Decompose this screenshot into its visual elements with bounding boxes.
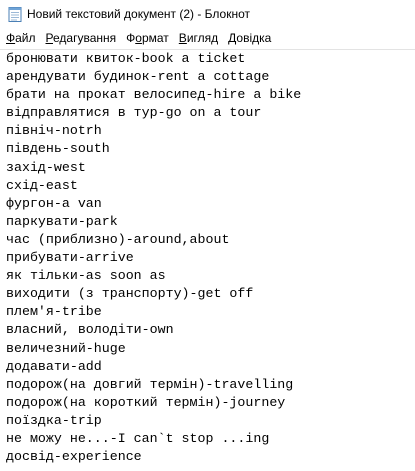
- menu-view-accel: В: [178, 30, 187, 45]
- menu-format[interactable]: Формат: [121, 29, 174, 47]
- text-line: арендувати будинок-rent a cottage: [6, 69, 270, 85]
- text-editor-area[interactable]: бронювати квиток-book a ticket арендуват…: [0, 49, 415, 471]
- text-line: прибувати-arrive: [6, 250, 134, 266]
- text-line: величезний-huge: [6, 340, 126, 356]
- menu-format-rest: рмат: [141, 30, 169, 45]
- menu-edit-accel: Р: [45, 30, 53, 45]
- menu-edit-rest: едагування: [53, 30, 117, 45]
- menu-help-rest: овідка: [236, 30, 272, 45]
- text-line: подорож(на короткий термін)-journey: [6, 394, 286, 410]
- text-line: плем'я-tribe: [6, 304, 102, 320]
- text-line: виходити (з транспорту)-get off: [6, 286, 254, 302]
- text-line: паркувати-park: [6, 213, 118, 229]
- menu-file[interactable]: Файл: [0, 29, 41, 47]
- window-title: Новий текстовий документ (2) - Блокнот: [27, 6, 250, 21]
- menu-format-accel: о: [135, 30, 142, 45]
- text-line: досвід-experience: [6, 449, 142, 465]
- text-line: поїздка-trip: [6, 412, 102, 428]
- menu-format-pre: Ф: [126, 30, 136, 45]
- text-line: захід-west: [6, 159, 86, 175]
- menu-help[interactable]: Довідка: [223, 29, 276, 47]
- text-line: південь-south: [6, 141, 110, 157]
- text-line: час (приблизно)-around,about: [6, 231, 230, 247]
- menu-file-rest: айл: [15, 30, 36, 45]
- notepad-window: Новий текстовий документ (2) - Блокнот Ф…: [0, 0, 415, 471]
- text-line: північ-notrh: [6, 123, 102, 139]
- notepad-icon: [8, 6, 22, 22]
- text-line: відправлятися в тур-go on a tour: [6, 105, 262, 121]
- menu-view-rest: игляд: [186, 30, 219, 45]
- text-line: власний, володіти-own: [6, 322, 174, 338]
- text-line: бронювати квиток-book a ticket: [6, 51, 246, 66]
- text-line: подорож(на довгий термін)-travelling: [6, 376, 294, 392]
- text-lines: бронювати квиток-book a ticket арендуват…: [6, 50, 415, 466]
- text-line: додавати-add: [6, 358, 102, 374]
- menu-file-accel: Ф: [6, 30, 16, 45]
- menu-edit[interactable]: Редагування: [41, 29, 122, 47]
- menu-bar: Файл Редагування Формат Вигляд Довідка: [0, 27, 415, 48]
- text-line: як тільки-as soon as: [6, 268, 166, 284]
- text-line: не можу не...-I can`t stop ...ing: [6, 430, 270, 446]
- text-line: брати на прокат велосипед-hire a bike: [6, 87, 302, 103]
- text-line: схід-east: [6, 177, 78, 193]
- menu-view[interactable]: Вигляд: [174, 29, 223, 47]
- text-line: фургон-a van: [6, 195, 102, 211]
- title-bar[interactable]: Новий текстовий документ (2) - Блокнот: [0, 0, 415, 27]
